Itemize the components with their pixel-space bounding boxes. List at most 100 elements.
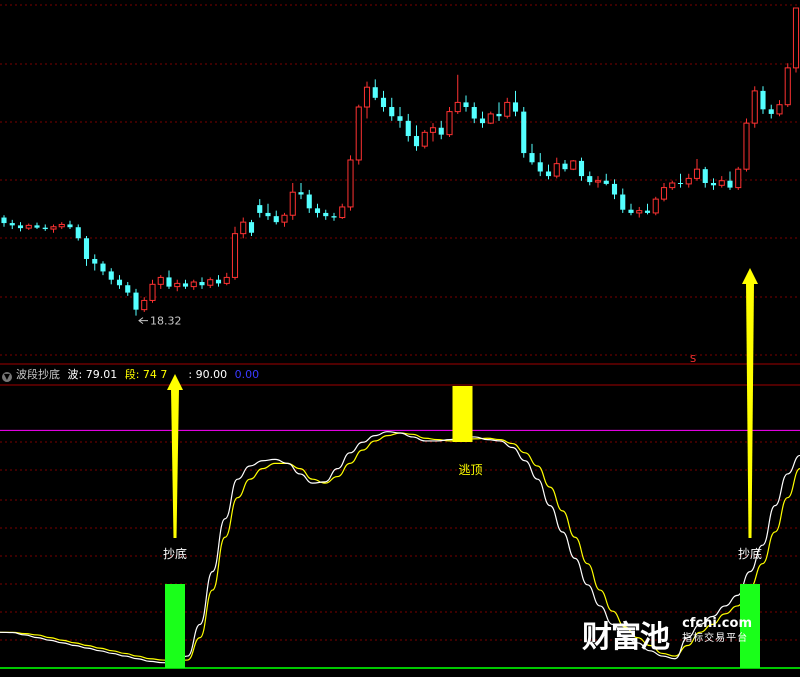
candle-up [363,86,371,108]
level-value: : 90.00 [188,368,228,381]
candle-down [603,180,609,184]
candle-down [380,97,387,108]
candle-down [372,87,378,98]
candle-down [306,194,312,209]
candle-down [182,283,189,287]
candle-up [487,113,494,124]
candle-up [669,182,676,189]
candle-up [454,101,461,113]
buy-arrow-head [742,268,758,284]
candle-down [75,227,81,239]
candle-down [83,238,90,259]
candle-down [199,282,205,286]
candle-down [298,192,304,195]
brand-side: cfchi.com 指标交易平台 [682,615,752,646]
candle-up [446,111,453,136]
candle-up [743,122,750,170]
candle-down [9,223,15,226]
candle-down [215,279,222,284]
candle-down [125,285,131,293]
candle-up [25,224,32,229]
candle-down [702,169,708,183]
segment-label: 段: 74 [124,368,157,381]
candle-down [496,113,502,117]
candle-up [751,90,758,124]
brand-tagline: 指标交易平台 [682,633,749,644]
chart-canvas: 抄底 逃顶 抄底 18.32 S ▼ 波段抄底 波: 79.01 段: 74.7 : 9… [0,0,800,677]
candle-down [116,279,123,286]
candle-down [587,176,593,183]
buy-signal-bar [165,584,185,668]
segment-value: 段: 74.7 [124,368,168,381]
buy-signal-label: 抄底 [163,546,187,561]
candle-down [67,224,73,228]
candle-up [660,187,668,200]
candle-up [421,131,428,147]
candle-down [438,127,444,135]
candle-up [50,226,57,230]
chart-labels: 18.32 S [138,315,696,365]
candle-down [611,183,618,195]
candle-down [133,292,139,310]
candle-down [248,222,255,233]
candle-down [677,183,684,184]
candle-down [710,183,717,186]
brand-name: 财富池 [582,620,670,655]
candle-up [289,191,296,216]
marker-s: S [690,354,696,365]
candle-down [389,107,395,117]
candle-down [273,216,279,223]
candle-up [149,283,156,301]
candle-down [537,162,543,172]
candle-down [562,163,568,170]
candle-down [760,90,766,110]
sell-signal-bar [452,386,473,442]
candle-up [553,163,560,177]
candle-up [429,127,437,133]
candle-up [685,177,692,185]
low-price-label: 18.32 [150,315,182,328]
candle-down [463,102,469,108]
candle-up [594,180,602,183]
segment-suffix: 7 [160,368,168,381]
candle-down [1,217,7,224]
candle-up [570,160,577,170]
candle-up [141,299,148,311]
candle-up [339,206,346,219]
candle-up [174,282,181,288]
price-candles [1,7,800,316]
candle-down [166,277,172,287]
chart-svg: 抄底 逃顶抄底 18.32 S [0,4,800,669]
candle-down [479,118,486,124]
candle-up [223,276,230,284]
chevron-down-icon[interactable]: ▼ [2,372,12,382]
candle-down [628,209,634,213]
candle-up [281,214,288,223]
candle-up [636,210,643,214]
candle-down [92,258,98,264]
candle-up [240,221,247,235]
buy-arrow-shaft [746,282,754,538]
candle-down [578,160,585,177]
grid-lines [0,4,800,641]
candle-down [17,225,24,229]
candle-up [504,101,511,117]
candle-down [100,263,106,272]
zero-value: 0.00 [234,368,260,381]
candle-up [652,198,659,214]
candle-up [157,276,164,285]
candle-down [413,136,420,147]
candle-down [314,208,321,213]
candle-up [190,281,197,288]
candle-down [257,205,263,213]
candle-down [265,212,271,217]
candle-down [323,212,329,217]
buy-arrow-shaft [171,388,179,538]
candle-down [405,120,411,137]
candle-down [521,111,527,154]
candle-down [529,153,535,163]
watermark-logo: 财富池 cfchi.com 指标交易平台 [582,612,752,656]
candle-down [397,116,403,121]
indicator-name: 波段抄底 [16,368,60,381]
wave-value: 波: 79.01 [67,368,118,381]
